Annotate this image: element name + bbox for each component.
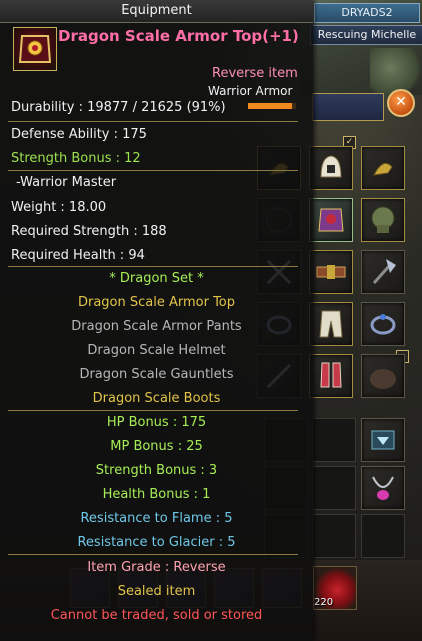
set-bonus-hp: HP Bonus : 175 xyxy=(106,415,207,430)
divider xyxy=(8,170,298,171)
set-piece-armor-top: Dragon Scale Armor Top xyxy=(77,295,236,310)
necklace-icon[interactable] xyxy=(361,466,405,510)
set-piece-boots: Dragon Scale Boots xyxy=(92,391,221,406)
required-health-line: Required Health : 94 xyxy=(11,248,145,263)
game-screen: DRYADS2 Rescuing Michelle ✕ ✓ 220 Equipm… xyxy=(0,0,422,641)
divider xyxy=(8,410,298,411)
weight-line: Weight : 18.00 xyxy=(11,200,107,215)
restriction-note: Cannot be traded, sold or stored xyxy=(50,608,263,623)
helmet-icon[interactable] xyxy=(309,146,353,190)
set-piece-helmet: Dragon Scale Helmet xyxy=(87,343,226,358)
bag-cell[interactable] xyxy=(361,514,405,558)
defense-line: Defense Ability : 175 xyxy=(11,127,147,142)
window-title: Equipment xyxy=(121,3,192,18)
divider xyxy=(8,554,298,555)
set-header: * Dragon Set * xyxy=(109,271,204,286)
item-grade: Item Grade : Reverse xyxy=(87,560,226,575)
armor-top-icon xyxy=(13,27,57,71)
durability-line: Durability : 19877 / 21625 (91%) xyxy=(11,100,226,115)
bag-slot-icon[interactable] xyxy=(361,354,405,398)
crystal-icon[interactable] xyxy=(361,418,405,462)
set-bonus-mp: MP Bonus : 25 xyxy=(110,439,203,454)
item-tag: Reverse item xyxy=(212,66,298,81)
divider xyxy=(8,266,298,267)
sealed-status: Sealed item xyxy=(117,584,196,599)
target-name-bar[interactable]: DRYADS2 xyxy=(314,3,420,23)
set-bonus-glacier: Resistance to Glacier : 5 xyxy=(77,535,236,550)
inventory-header xyxy=(312,93,384,121)
axe-icon[interactable] xyxy=(361,250,405,294)
set-piece-armor-pants: Dragon Scale Armor Pants xyxy=(71,319,242,334)
pauldron-icon[interactable] xyxy=(361,198,405,242)
close-icon[interactable]: ✕ xyxy=(387,89,415,117)
set-bonus-health: Health Bonus : 1 xyxy=(102,487,211,502)
class-line: -Warrior Master xyxy=(16,175,117,190)
set-bonus-flame: Resistance to Flame : 5 xyxy=(80,511,233,526)
item-name: Dragon Scale Armor Top(+1) xyxy=(58,27,299,45)
item-type: Warrior Armor xyxy=(208,84,293,98)
earring-icon[interactable] xyxy=(361,146,405,190)
set-bonus-strength: Strength Bonus : 3 xyxy=(95,463,218,478)
item-tooltip: Equipment Dragon Scale Armor Top(+1) Rev… xyxy=(0,0,313,641)
divider xyxy=(8,121,298,122)
set-piece-gauntlets: Dragon Scale Gauntlets xyxy=(79,367,234,382)
required-strength-line: Required Strength : 188 xyxy=(11,224,167,239)
armor-top-icon[interactable] xyxy=(309,198,353,242)
ring-icon[interactable] xyxy=(361,302,405,346)
quest-tracker[interactable]: Rescuing Michelle xyxy=(310,25,422,45)
strength-bonus-line: Strength Bonus : 12 xyxy=(11,151,141,166)
